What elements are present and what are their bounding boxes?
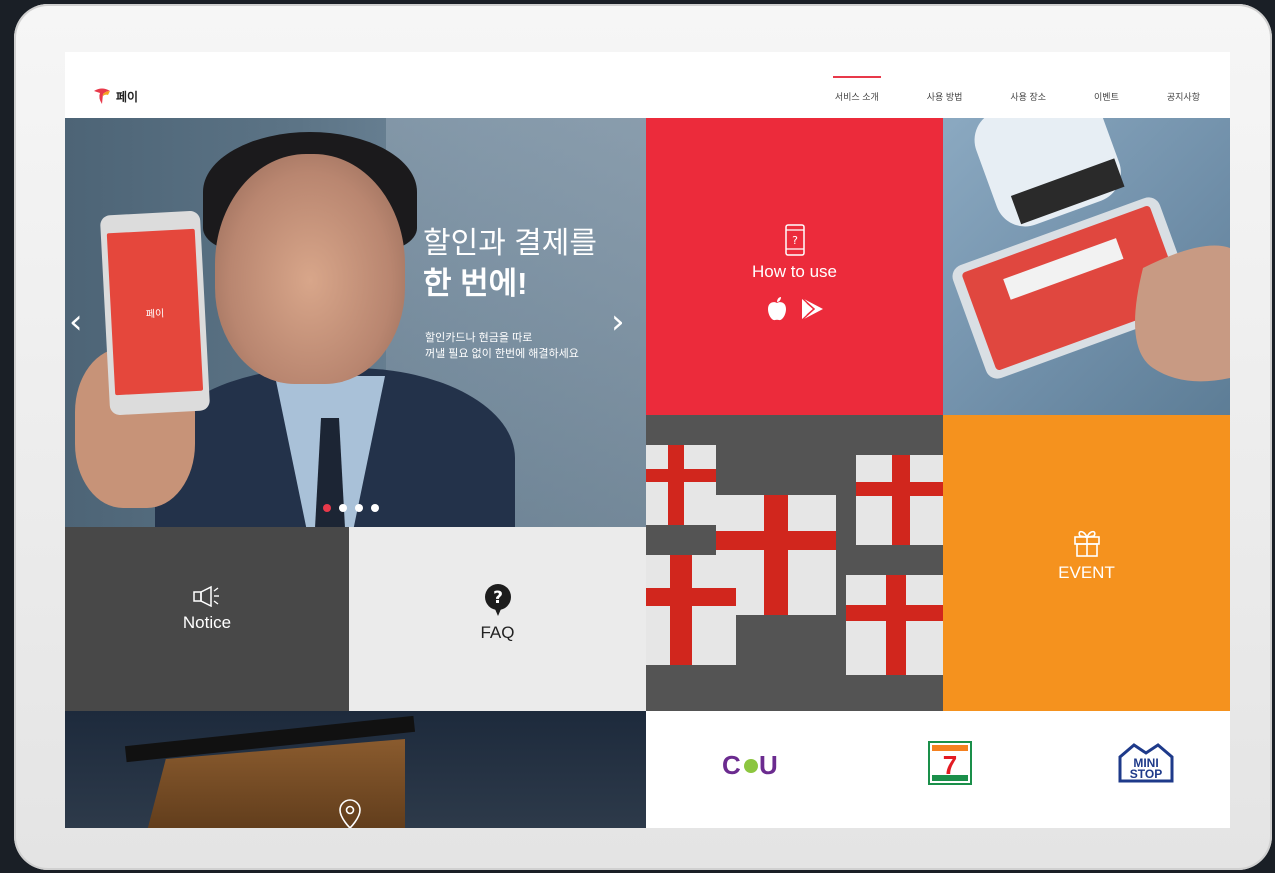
slide-dot-4[interactable] — [371, 504, 379, 512]
nav-event[interactable]: 이벤트 — [1094, 90, 1119, 103]
hero-subtitle-line1: 할인카드나 현금을 따로 — [425, 332, 533, 344]
seven-eleven-logo[interactable]: 7 — [928, 741, 972, 790]
phone-image: 페이 — [99, 210, 211, 416]
prev-slide-arrow[interactable]: ‹ — [69, 302, 83, 342]
cu-logo-icon: C U — [722, 750, 778, 780]
gift-box — [846, 575, 943, 675]
site-header: 페이 서비스 소개 사용 방법 사용 장소 이벤트 공지사항 — [65, 52, 1230, 118]
hero-title-line1: 할인과 결제를 — [423, 227, 597, 260]
slide-dot-1[interactable] — [323, 504, 331, 512]
how-to-use-tile[interactable]: ? How to use — [646, 118, 943, 415]
apple-icon[interactable] — [765, 296, 789, 322]
faq-content: ? FAQ — [349, 583, 646, 643]
question-bubble-icon: ? — [484, 584, 511, 616]
nav-notice[interactable]: 공지사항 — [1167, 90, 1200, 103]
app-store-links — [765, 296, 825, 322]
web-page: 페이 서비스 소개 사용 방법 사용 장소 이벤트 공지사항 페이 할인과 결제… — [65, 52, 1230, 828]
event-label: EVENT — [1058, 563, 1115, 582]
logo-text: 페이 — [116, 89, 139, 104]
megaphone-icon — [193, 585, 219, 607]
location-pin-icon — [339, 799, 361, 828]
main-nav: 서비스 소개 사용 방법 사용 장소 이벤트 공지사항 — [787, 76, 1200, 103]
hero-title-line2: 한 번에! — [423, 266, 528, 301]
slide-dot-2[interactable] — [339, 504, 347, 512]
hero-subtitle-line2: 꺼낼 필요 없이 한번에 해결하세요 — [425, 348, 579, 360]
hero-slider: 페이 할인과 결제를 한 번에! 할인카드나 현금을 따로 꺼낼 필요 없이 한… — [65, 118, 646, 527]
svg-text:?: ? — [493, 588, 503, 608]
gift-boxes-photo — [646, 415, 943, 711]
t-logo-icon — [94, 88, 110, 104]
nav-places[interactable]: 사용 장소 — [1010, 90, 1046, 103]
faq-tile[interactable]: ? FAQ — [349, 527, 646, 711]
faq-label: FAQ — [480, 623, 515, 642]
ministop-logo[interactable]: MINI STOP — [1116, 741, 1176, 790]
svg-text:?: ? — [792, 234, 798, 247]
seven-eleven-logo-icon: 7 — [928, 741, 972, 785]
phone-screen: 페이 — [106, 228, 204, 396]
nav-service-intro[interactable]: 서비스 소개 — [832, 76, 881, 103]
how-to-use-content: ? How to use — [646, 224, 943, 322]
hero-subtitle: 할인카드나 현금을 따로 꺼낼 필요 없이 한번에 해결하세요 — [425, 330, 579, 362]
notice-label: Notice — [182, 613, 232, 632]
svg-text:C: C — [722, 751, 741, 779]
slide-indicators — [323, 504, 379, 512]
gift-box — [646, 445, 716, 525]
payment-scanner-photo — [943, 118, 1230, 415]
hero-title: 할인과 결제를 한 번에! — [423, 224, 597, 304]
ministop-logo-icon: MINI STOP — [1118, 743, 1174, 783]
next-slide-arrow[interactable]: › — [611, 302, 625, 342]
notice-tile[interactable]: Notice — [65, 527, 349, 711]
event-content: EVENT — [943, 527, 1230, 583]
logo[interactable]: 페이 — [92, 86, 138, 106]
slide-dot-3[interactable] — [355, 504, 363, 512]
phone-question-icon: ? — [784, 224, 805, 256]
event-tile[interactable]: EVENT — [943, 415, 1230, 711]
barcode-scanner-image — [952, 118, 1230, 382]
gift-box — [646, 555, 736, 665]
cu-logo[interactable]: C U — [722, 750, 782, 784]
how-to-use-label: How to use — [751, 262, 838, 281]
partner-stores: C U 7 MINI STOP — [646, 711, 1230, 828]
gift-icon — [1073, 530, 1100, 557]
person-face — [215, 154, 405, 384]
nav-how-to-use[interactable]: 사용 방법 — [927, 90, 963, 103]
svg-text:U: U — [759, 751, 778, 779]
google-play-icon[interactable] — [799, 296, 825, 322]
gift-box — [856, 455, 943, 545]
svg-text:STOP: STOP — [1130, 767, 1162, 781]
svg-text:7: 7 — [943, 750, 957, 780]
places-photo[interactable] — [65, 711, 646, 828]
notice-content: Notice — [65, 585, 349, 633]
